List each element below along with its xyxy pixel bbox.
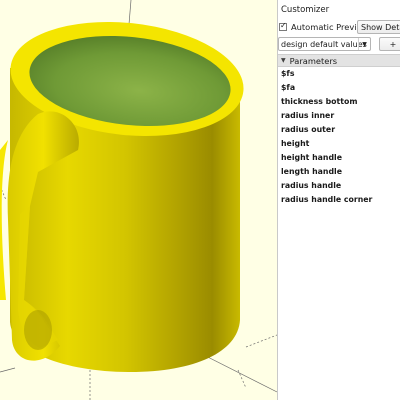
mug-render bbox=[0, 0, 277, 400]
automatic-preview-checkbox[interactable]: ✓ bbox=[279, 21, 287, 31]
parameter-item[interactable]: $fa bbox=[281, 81, 372, 95]
customizer-panel: Customizer ✓ Automatic Preview Show Deta… bbox=[278, 0, 400, 400]
checkmark-icon: ✓ bbox=[280, 21, 287, 30]
show-details-label: Show Details bbox=[361, 22, 400, 32]
parameter-item[interactable]: radius handle corner bbox=[281, 193, 372, 207]
parameters-header-label: Parameters bbox=[289, 55, 338, 66]
parameter-item[interactable]: radius handle bbox=[281, 179, 372, 193]
add-preset-button[interactable]: + bbox=[379, 37, 400, 51]
3d-viewport[interactable] bbox=[0, 0, 277, 400]
automatic-preview-toggle[interactable]: ✓ Automatic Preview bbox=[279, 20, 368, 34]
preset-select-value: design default values bbox=[281, 39, 367, 49]
parameter-item[interactable]: thickness bottom bbox=[281, 95, 372, 109]
show-details-button[interactable]: Show Details bbox=[357, 20, 400, 34]
chevron-down-icon: ▼ bbox=[358, 38, 370, 50]
parameter-item[interactable]: radius outer bbox=[281, 123, 372, 137]
collapse-arrow-icon: ▼ bbox=[281, 57, 286, 64]
parameter-item[interactable]: height handle bbox=[281, 151, 372, 165]
preset-select[interactable]: design default values ▼ bbox=[278, 37, 371, 51]
parameter-item[interactable]: $fs bbox=[281, 67, 372, 81]
parameters-group-header[interactable]: ▼ Parameters bbox=[278, 54, 400, 67]
parameter-list: $fs $fa thickness bottom radius inner ra… bbox=[281, 67, 372, 207]
parameter-item[interactable]: length handle bbox=[281, 165, 372, 179]
add-preset-label: + bbox=[389, 39, 397, 49]
parameter-item[interactable]: radius inner bbox=[281, 109, 372, 123]
customizer-title: Customizer bbox=[281, 5, 330, 15]
parameter-item[interactable]: height bbox=[281, 137, 372, 151]
